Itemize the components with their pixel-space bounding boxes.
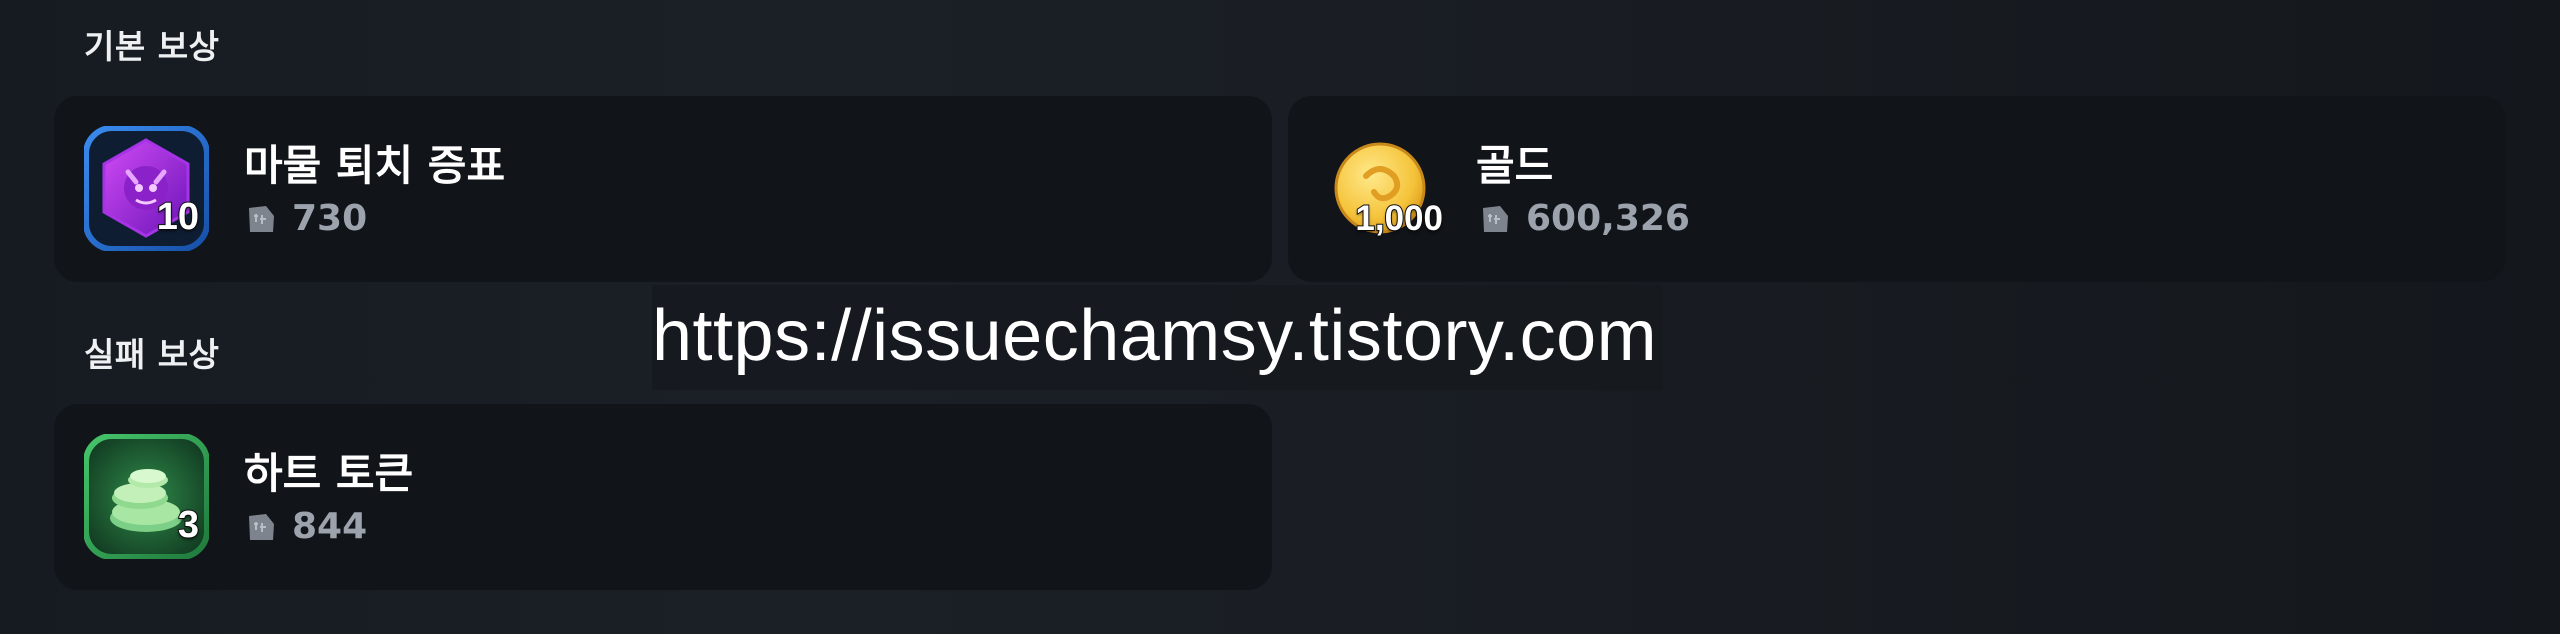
- monster-badge-icon: 10: [84, 126, 209, 251]
- item-price: 844: [244, 506, 367, 547]
- heart-token-icon: 3: [84, 434, 209, 559]
- watermark-overlay: https://issuechamsy.tistory.com: [652, 285, 1662, 390]
- price-tag-icon: [1483, 205, 1508, 232]
- price-value: 844: [292, 506, 368, 547]
- reward-panel: 기본 보상 10 마물 퇴치 증표 730 1,000 골드 600,326 실…: [0, 0, 2560, 634]
- price-tag-icon: [249, 513, 274, 540]
- item-price: 600,326: [1478, 198, 1690, 239]
- quantity-badge: 3: [177, 503, 200, 547]
- item-name: 하트 토큰: [244, 449, 414, 498]
- price-value: 730: [292, 198, 368, 239]
- failure-reward-title: 실패 보상: [84, 335, 220, 374]
- reward-card-gold[interactable]: 1,000 골드 600,326: [1288, 96, 2506, 282]
- price-tag-icon: [249, 205, 274, 232]
- reward-card-monster-badge[interactable]: 10 마물 퇴치 증표 730: [54, 96, 1272, 282]
- price-value: 600,326: [1526, 198, 1690, 239]
- item-name: 마물 퇴치 증표: [244, 141, 506, 190]
- reward-card-heart-token[interactable]: 3 하트 토큰 844: [54, 404, 1272, 590]
- quantity-badge: 1,000: [1354, 198, 1444, 239]
- gold-coin-icon: 1,000: [1318, 126, 1444, 251]
- quantity-badge: 10: [156, 195, 200, 239]
- item-price: 730: [244, 198, 367, 239]
- item-name: 골드: [1476, 141, 1554, 190]
- watermark-text: https://issuechamsy.tistory.com: [652, 296, 1658, 376]
- basic-reward-title: 기본 보상: [84, 27, 220, 66]
